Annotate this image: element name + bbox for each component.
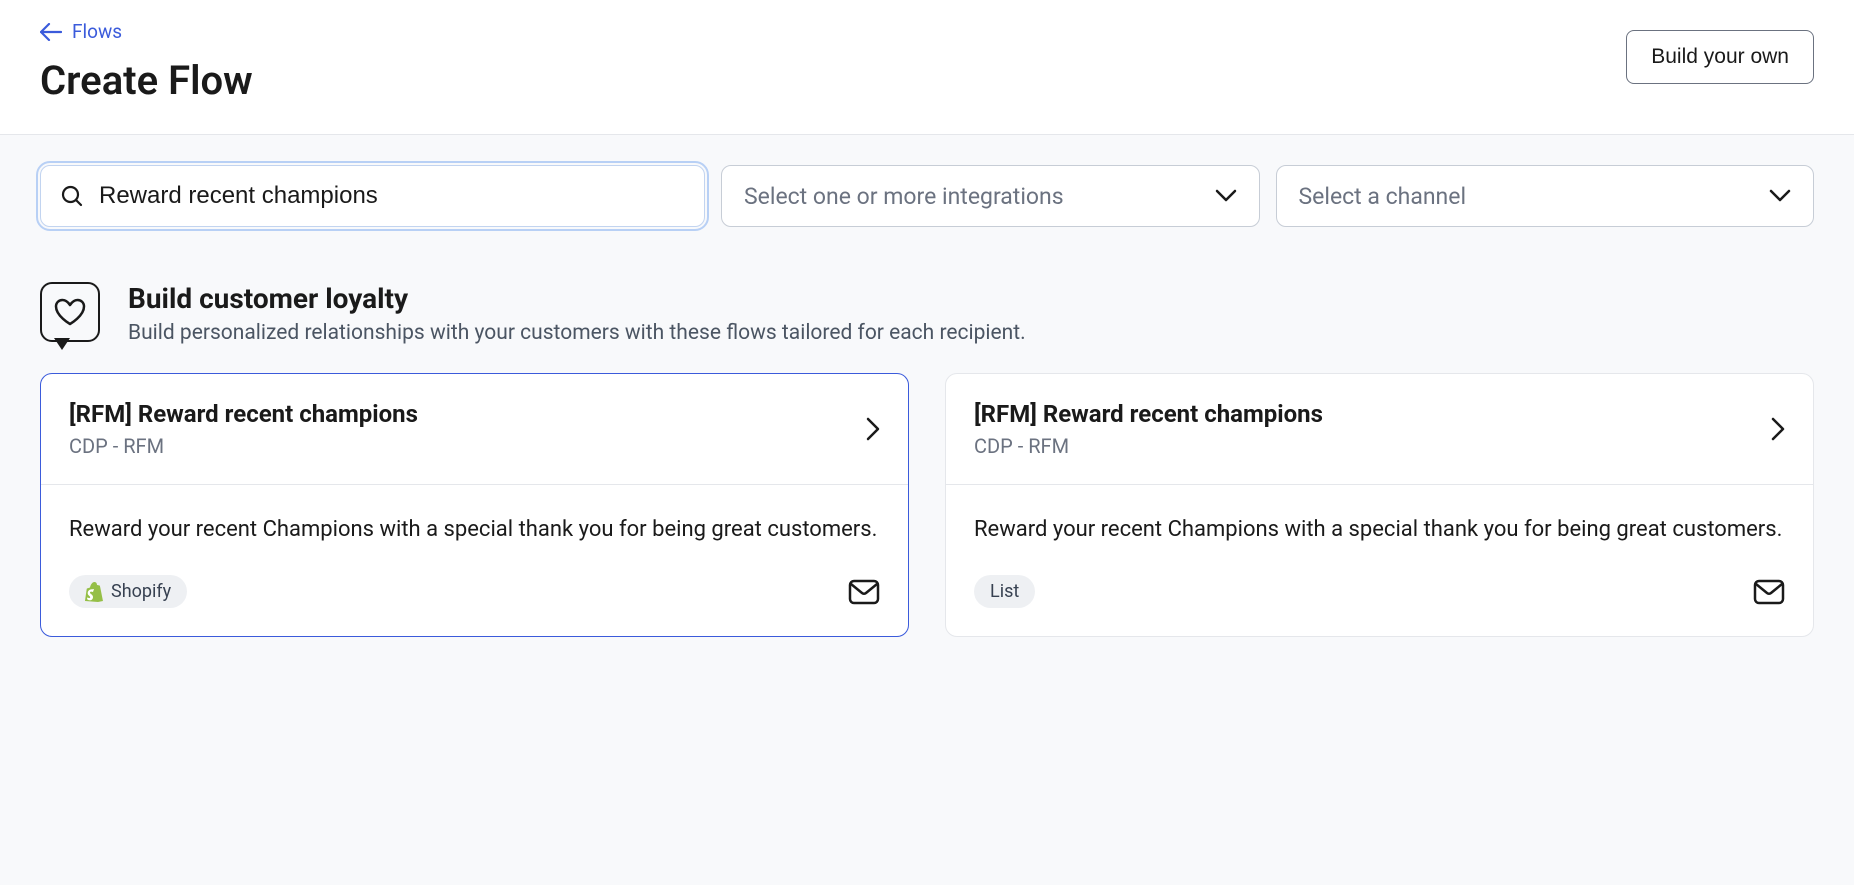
heart-bubble-icon bbox=[40, 282, 100, 342]
card-head-text: [RFM] Reward recent champions CDP - RFM bbox=[974, 400, 1323, 458]
flow-card[interactable]: [RFM] Reward recent champions CDP - RFM … bbox=[40, 373, 909, 637]
flow-card[interactable]: [RFM] Reward recent champions CDP - RFM … bbox=[945, 373, 1814, 637]
back-link-label: Flows bbox=[72, 20, 122, 43]
card-subtitle: CDP - RFM bbox=[69, 434, 418, 458]
integrations-select-placeholder: Select one or more integrations bbox=[744, 183, 1064, 210]
card-subtitle: CDP - RFM bbox=[974, 434, 1323, 458]
card-description: Reward your recent Champions with a spec… bbox=[69, 513, 880, 547]
build-your-own-button[interactable]: Build your own bbox=[1626, 30, 1814, 84]
card-head: [RFM] Reward recent champions CDP - RFM bbox=[946, 374, 1813, 485]
card-title: [RFM] Reward recent champions bbox=[974, 400, 1323, 428]
chevron-down-icon bbox=[1215, 189, 1237, 203]
mail-icon bbox=[848, 579, 880, 605]
search-input[interactable] bbox=[40, 165, 705, 227]
section-title: Build customer loyalty bbox=[128, 282, 1026, 315]
page-header: Flows Create Flow Build your own bbox=[0, 0, 1854, 135]
search-wrapper bbox=[40, 165, 705, 227]
integrations-select[interactable]: Select one or more integrations bbox=[721, 165, 1260, 227]
card-head: [RFM] Reward recent champions CDP - RFM bbox=[41, 374, 908, 485]
arrow-left-icon bbox=[40, 23, 62, 41]
card-footer: Shopify bbox=[69, 575, 880, 608]
header-left: Flows Create Flow bbox=[40, 20, 253, 104]
chevron-right-icon bbox=[1771, 417, 1785, 441]
tag-label: List bbox=[990, 581, 1019, 602]
card-head-text: [RFM] Reward recent champions CDP - RFM bbox=[69, 400, 418, 458]
card-body: Reward your recent Champions with a spec… bbox=[41, 485, 908, 636]
card-description: Reward your recent Champions with a spec… bbox=[974, 513, 1785, 547]
integration-tag: List bbox=[974, 575, 1035, 608]
section-header: Build customer loyalty Build personalize… bbox=[40, 282, 1814, 345]
integration-tag: Shopify bbox=[69, 575, 187, 608]
card-body: Reward your recent Champions with a spec… bbox=[946, 485, 1813, 636]
channel-select[interactable]: Select a channel bbox=[1276, 165, 1815, 227]
content-area: Select one or more integrations Select a… bbox=[0, 135, 1854, 885]
chevron-down-icon bbox=[1769, 189, 1791, 203]
card-title: [RFM] Reward recent champions bbox=[69, 400, 418, 428]
shopify-icon bbox=[85, 582, 103, 602]
section-text: Build customer loyalty Build personalize… bbox=[128, 282, 1026, 345]
filters-row: Select one or more integrations Select a… bbox=[40, 165, 1814, 227]
page-title: Create Flow bbox=[40, 57, 253, 104]
back-link[interactable]: Flows bbox=[40, 20, 253, 43]
channel-select-placeholder: Select a channel bbox=[1299, 183, 1467, 210]
section-description: Build personalized relationships with yo… bbox=[128, 321, 1026, 345]
mail-icon bbox=[1753, 579, 1785, 605]
cards-row: [RFM] Reward recent champions CDP - RFM … bbox=[40, 373, 1814, 637]
card-footer: List bbox=[974, 575, 1785, 608]
tag-label: Shopify bbox=[111, 581, 171, 602]
search-icon bbox=[60, 184, 84, 208]
chevron-right-icon bbox=[866, 417, 880, 441]
